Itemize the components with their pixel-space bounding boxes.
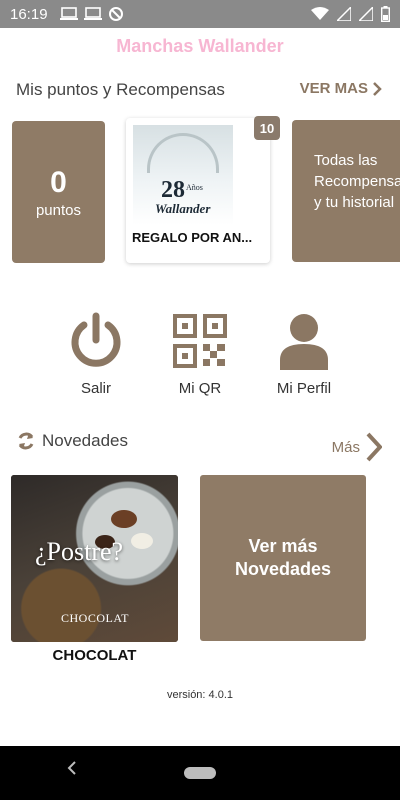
more-news-label-line1: Ver más	[248, 536, 318, 556]
mas-link[interactable]: Más	[332, 432, 382, 462]
chocolate-shape	[111, 510, 137, 528]
chevron-right-icon	[373, 81, 382, 96]
my-profile-label: Mi Perfil	[276, 380, 332, 397]
qr-code-icon	[173, 314, 227, 368]
my-profile-button[interactable]: Mi Perfil	[254, 312, 354, 397]
battery-icon	[381, 6, 390, 22]
refresh-icon[interactable]	[16, 431, 36, 451]
signal-icon	[359, 7, 373, 21]
my-qr-button[interactable]: Mi QR	[150, 312, 250, 397]
chevron-right-icon	[366, 432, 382, 462]
mas-label: Más	[331, 438, 360, 456]
status-time: 16:19	[10, 5, 48, 23]
status-bar: 16:19	[0, 0, 400, 28]
power-icon	[71, 312, 121, 367]
reward-points-badge: 10	[254, 116, 280, 140]
reward-title: REGALO POR AN...	[132, 230, 253, 245]
laptop-icon	[59, 7, 78, 20]
news-item-caption: CHOCOLAT	[52, 647, 137, 664]
my-qr-label: Mi QR	[178, 380, 222, 397]
more-news-label-line2: Novedades	[234, 559, 332, 579]
wifi-icon	[311, 7, 329, 20]
user-icon	[280, 314, 328, 370]
news-title-label: Novedades	[42, 431, 129, 450]
reward-logo-subtitle: Años	[186, 183, 203, 192]
reward-logo-name: Wallander	[155, 201, 211, 216]
points-value: 0	[50, 165, 67, 199]
points-label: puntos	[35, 201, 82, 219]
logout-button[interactable]: Salir	[46, 312, 146, 397]
home-pill[interactable]	[184, 767, 216, 779]
signal-icon	[337, 7, 351, 21]
ver-mas-label: VER MAS	[299, 80, 368, 97]
reward-logo-number: 28	[161, 177, 185, 203]
app-title: Manchas Wallander	[116, 36, 284, 56]
data-saver-icon	[108, 7, 123, 21]
news-item-card[interactable]: ¿Postre? CHOCOLAT	[11, 475, 178, 642]
building-arch	[147, 133, 219, 173]
navigation-bar	[0, 746, 400, 800]
all-rewards-card[interactable]: Todas las Recompensas y tu historial	[292, 120, 400, 262]
news-item-image-text: ¿Postre?	[35, 537, 124, 566]
version-text: versión: 4.0.1	[166, 689, 234, 701]
news-item-image-brand: CHOCOLAT	[61, 611, 130, 625]
all-rewards-label: Todas las Recompensas y tu historial	[314, 152, 400, 211]
laptop-icon	[83, 7, 102, 20]
reward-card[interactable]: 28 Años Wallander 10 REGALO POR AN...	[126, 116, 280, 263]
rewards-section-title: Mis puntos y Recompensas	[16, 80, 225, 99]
logout-label: Salir	[80, 380, 111, 397]
more-news-button[interactable]: Ver más Novedades	[200, 475, 366, 641]
back-icon[interactable]	[66, 760, 78, 781]
chocolate-shape	[131, 533, 153, 549]
ver-mas-link[interactable]: VER MAS	[300, 80, 382, 97]
reward-image: 28 Años Wallander	[133, 125, 233, 225]
points-card[interactable]: 0 puntos	[12, 121, 105, 263]
news-section-title: Novedades	[16, 431, 128, 451]
